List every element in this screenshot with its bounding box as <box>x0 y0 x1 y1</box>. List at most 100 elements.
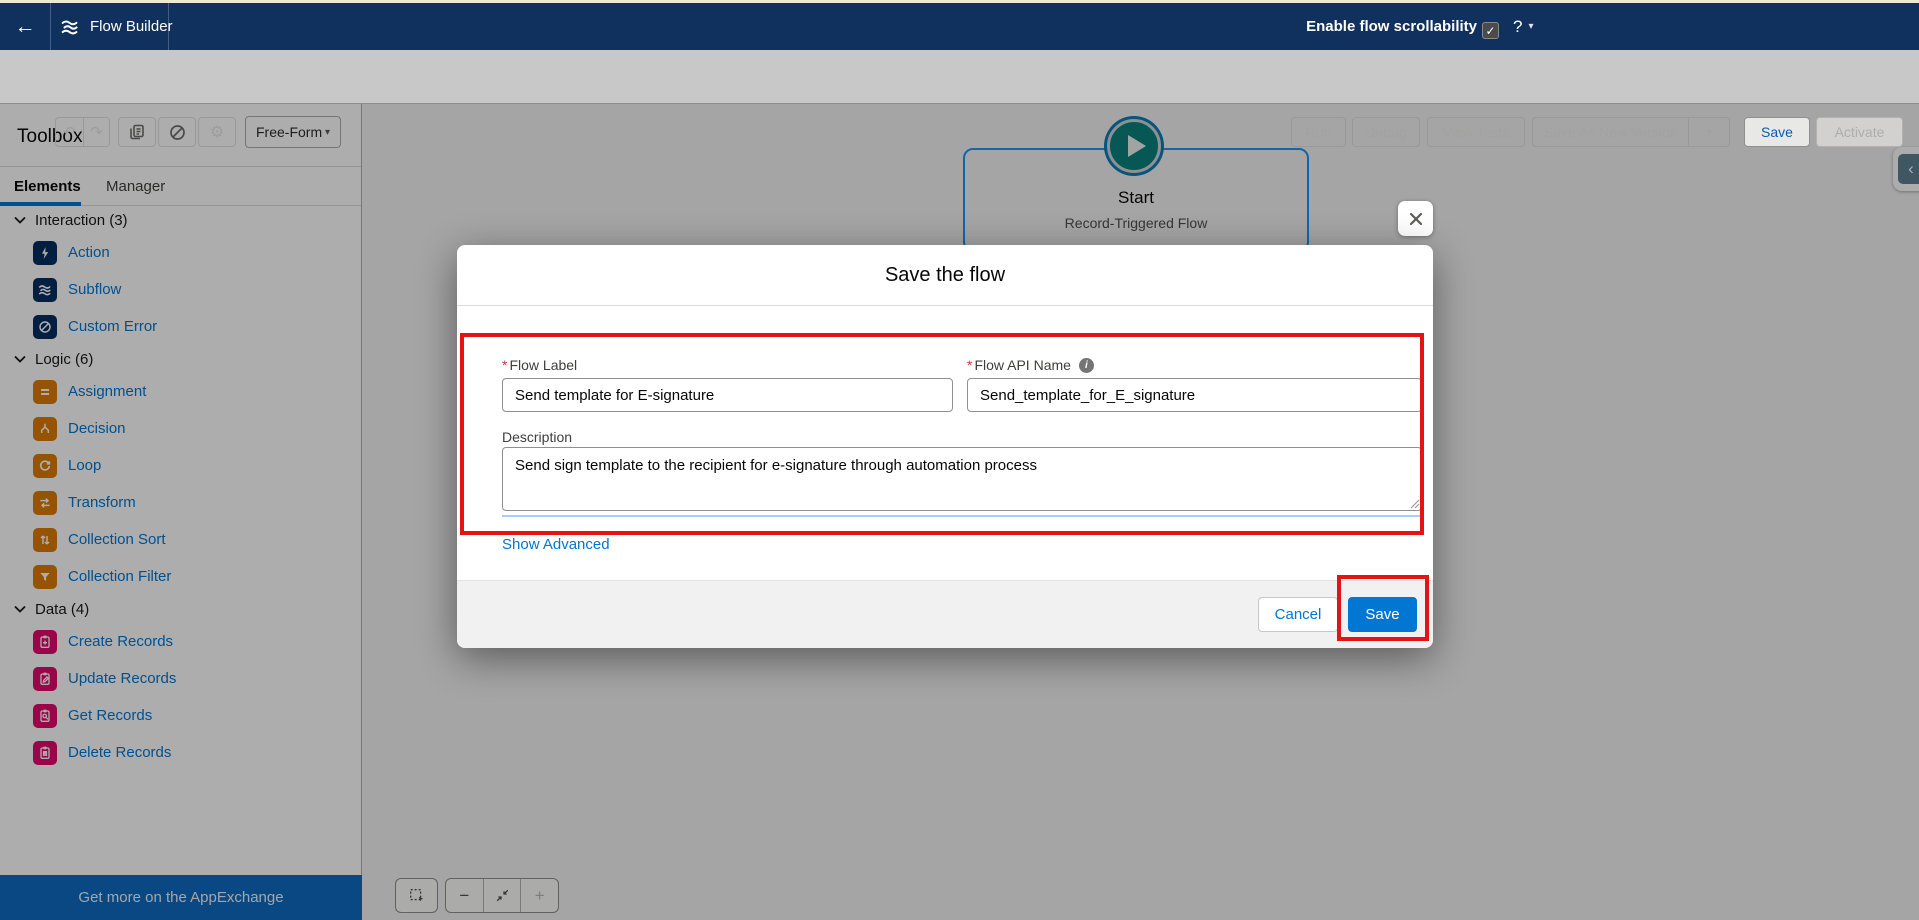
flow-builder-logo-icon <box>58 15 82 39</box>
zoom-controls: − + <box>445 878 559 913</box>
element-create-records[interactable]: Create Records <box>0 623 361 660</box>
section-label: Logic (6) <box>35 350 94 368</box>
element-update-records[interactable]: Update Records <box>0 660 361 697</box>
close-icon <box>1409 212 1422 225</box>
builder-toolbar: ↶ ↷ ⚙ Free-Form ▾ Run Debug View Tests S… <box>0 50 1919 148</box>
run-label: Run <box>1305 124 1332 140</box>
collection-filter-icon <box>33 564 57 589</box>
description-label: Description <box>502 429 572 445</box>
info-glyph: i <box>1085 359 1088 371</box>
description-text: Description <box>502 429 573 445</box>
update-records-icon <box>33 666 57 691</box>
save-as-new-version-button[interactable]: Save As New Version <box>1533 118 1688 146</box>
zoom-in-button[interactable]: + <box>520 879 558 912</box>
copy-elements-button[interactable] <box>118 117 156 147</box>
header-divider <box>168 3 169 50</box>
undo-button[interactable]: ↶ <box>56 118 83 146</box>
element-collection-filter[interactable]: Collection Filter <box>0 558 361 595</box>
section-logic[interactable]: Logic (6) <box>0 345 361 373</box>
chevron-down-icon: ▾ <box>1706 126 1712 138</box>
toolbox-sidebar: Toolbox Elements Manager Interaction (3)… <box>0 104 362 920</box>
redo-icon: ↷ <box>89 124 103 141</box>
element-label: Custom Error <box>68 318 158 335</box>
element-label: Collection Sort <box>68 531 166 548</box>
modal-title: Save the flow <box>457 245 1433 306</box>
flow-label-label: * Flow Label <box>502 357 577 373</box>
element-decision[interactable]: Decision <box>0 410 361 447</box>
element-delete-records[interactable]: Delete Records <box>0 734 361 771</box>
scrollability-checkbox[interactable]: ✓ <box>1482 22 1499 39</box>
element-label: Delete Records <box>68 744 172 761</box>
show-advanced-link[interactable]: Show Advanced <box>502 536 610 553</box>
canvas-layout-select[interactable]: Free-Form ▾ <box>245 116 341 148</box>
check-icon: ✓ <box>1485 23 1496 38</box>
activate-label: Activate <box>1834 124 1885 140</box>
debug-button[interactable]: Debug <box>1352 117 1420 147</box>
zoom-out-button[interactable]: − <box>446 879 483 912</box>
chevron-down-icon: ▾ <box>324 126 330 138</box>
chevron-left-icon: ‹ <box>1908 159 1914 178</box>
modal-close-button[interactable] <box>1398 201 1433 236</box>
save-as-new-version-group: Save As New Version ▾ <box>1532 117 1730 147</box>
section-interaction[interactable]: Interaction (3) <box>0 206 361 234</box>
section-label: Data (4) <box>35 600 90 618</box>
custom-error-icon <box>33 314 57 339</box>
element-label: Create Records <box>68 633 174 650</box>
zoom-fit-button[interactable] <box>482 879 521 912</box>
start-node-button[interactable] <box>1107 119 1161 173</box>
transform-icon <box>33 490 57 515</box>
toolbar-save-button[interactable]: Save <box>1744 117 1810 147</box>
element-label: Transform <box>68 494 136 511</box>
section-data[interactable]: Data (4) <box>0 595 361 623</box>
element-label: Collection Filter <box>68 568 172 585</box>
chevron-down-icon <box>14 605 26 613</box>
element-assignment[interactable]: Assignment <box>0 373 361 410</box>
header-divider <box>50 3 51 50</box>
flow-label-input[interactable] <box>502 378 953 412</box>
disable-elements-button[interactable] <box>158 117 196 147</box>
element-collection-sort[interactable]: Collection Sort <box>0 521 361 558</box>
chevron-down-icon <box>14 216 26 224</box>
chevron-down-icon: ▾ <box>1528 21 1534 32</box>
activate-button[interactable]: Activate <box>1816 117 1903 147</box>
redo-button[interactable]: ↷ <box>82 118 110 146</box>
flow-builder-screen: ← Flow Builder Enable flow scrollability… <box>0 0 1919 920</box>
save-as-new-version-label: Save As New Version <box>1543 124 1678 140</box>
tab-manager[interactable]: Manager <box>106 167 165 205</box>
view-tests-button[interactable]: View Tests <box>1427 117 1525 147</box>
textarea-resize-grip[interactable] <box>1408 497 1420 509</box>
cancel-button[interactable]: Cancel <box>1258 597 1338 632</box>
flow-settings-button[interactable]: ⚙ <box>198 117 236 147</box>
element-label: Loop <box>68 457 102 474</box>
modal-save-button[interactable]: Save <box>1348 597 1417 632</box>
element-custom-error[interactable]: Custom Error <box>0 308 361 345</box>
element-transform[interactable]: Transform <box>0 484 361 521</box>
element-get-records[interactable]: Get Records <box>0 697 361 734</box>
element-action[interactable]: Action <box>0 234 361 271</box>
collection-sort-icon <box>33 527 57 552</box>
info-icon[interactable]: i <box>1078 357 1094 373</box>
chevron-down-icon <box>14 355 26 363</box>
element-label: Get Records <box>68 707 153 724</box>
help-icon: ? <box>1513 16 1523 36</box>
assignment-icon <box>33 379 57 404</box>
tab-elements[interactable]: Elements <box>14 167 81 205</box>
help-menu[interactable]: ? ▾ <box>1513 3 1534 50</box>
back-button[interactable]: ← <box>10 12 40 42</box>
run-button[interactable]: Run <box>1291 117 1346 147</box>
selection-tool-button[interactable] <box>395 878 438 913</box>
toolbox-tabs: Elements Manager <box>0 167 361 206</box>
element-subflow[interactable]: Subflow <box>0 271 361 308</box>
app-header: ← Flow Builder Enable flow scrollability… <box>0 3 1919 50</box>
element-loop[interactable]: Loop <box>0 447 361 484</box>
right-panel-toggle[interactable]: ‹ <box>1893 147 1919 191</box>
element-label: Update Records <box>68 670 177 687</box>
top-strip <box>0 0 1919 3</box>
undo-icon: ↶ <box>62 124 76 141</box>
gear-icon: ⚙ <box>209 124 225 141</box>
flow-label-text: Flow Label <box>509 357 578 373</box>
description-textarea[interactable]: Send sign template to the recipient for … <box>502 447 1422 511</box>
appexchange-banner[interactable]: Get more on the AppExchange <box>0 875 362 920</box>
save-options-dropdown-button[interactable]: ▾ <box>1688 118 1729 146</box>
flow-api-name-input[interactable] <box>967 378 1422 412</box>
